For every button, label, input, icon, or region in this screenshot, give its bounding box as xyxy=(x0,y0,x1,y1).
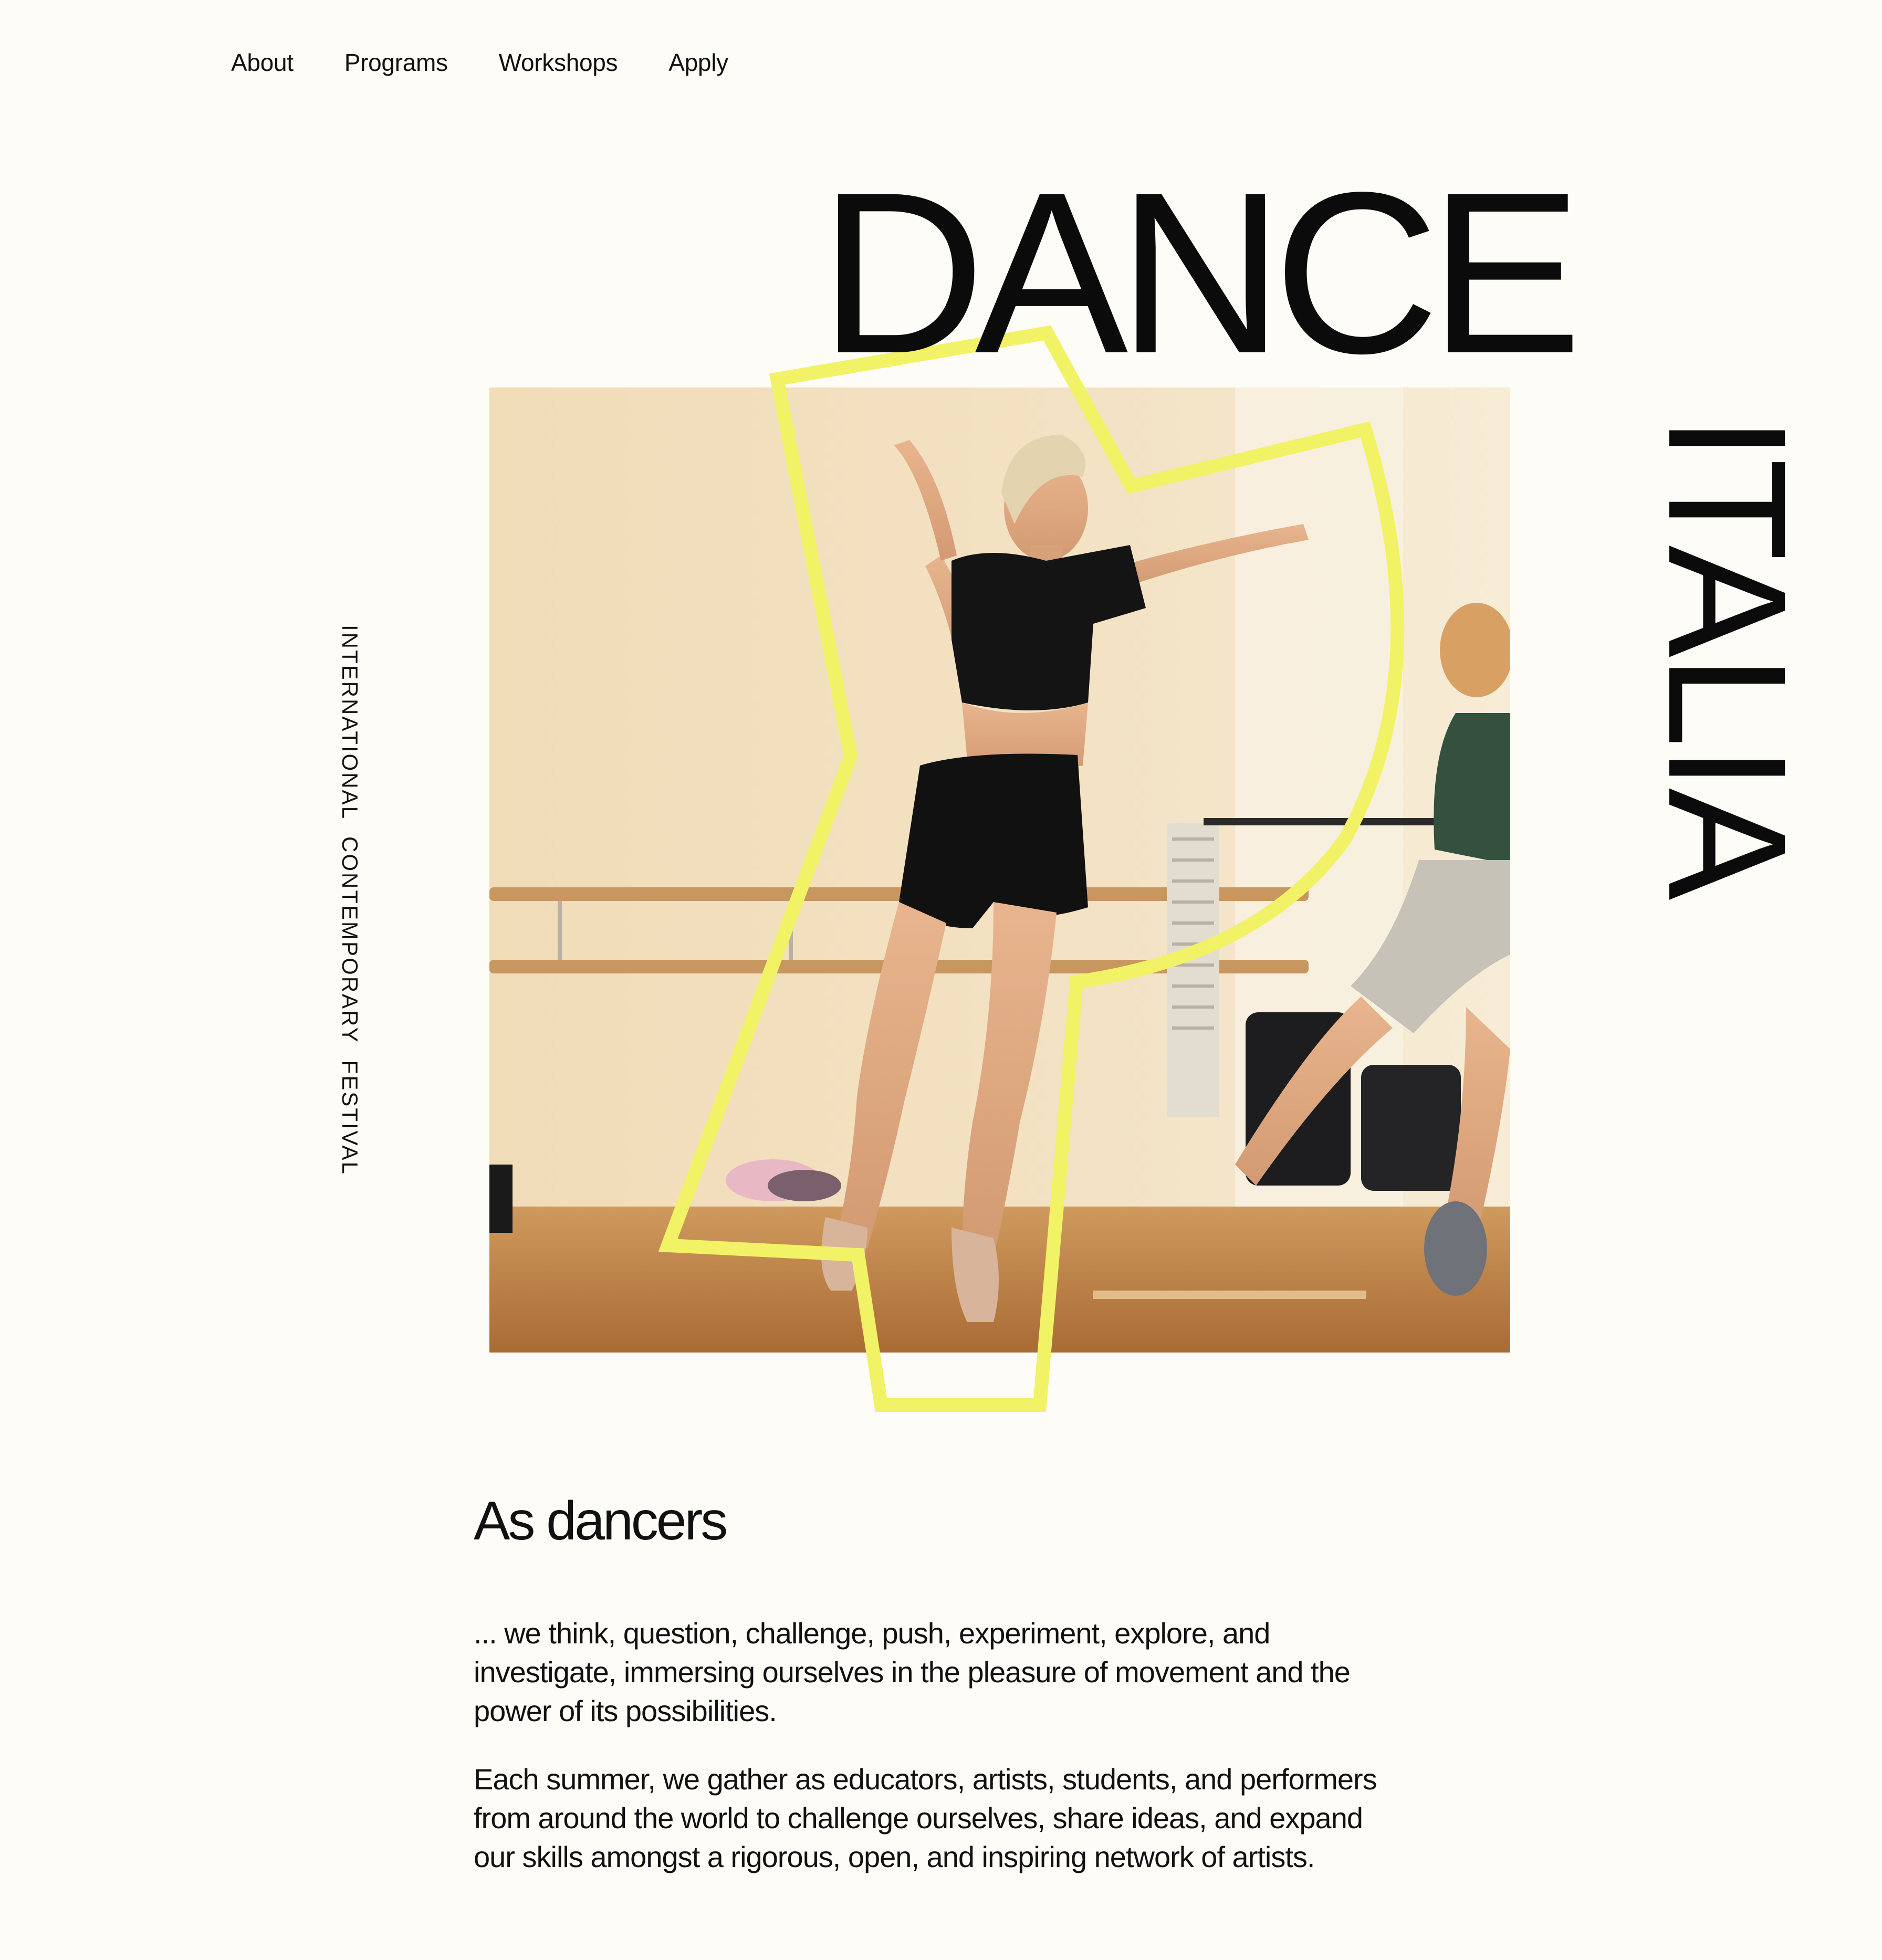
nav-link-programs[interactable]: Programs xyxy=(344,50,448,75)
title-italia: ITALIA xyxy=(1634,415,1822,897)
intro-paragraph-2: Each summer, we gather as educators, art… xyxy=(474,1763,1377,1874)
nav-link-apply[interactable]: Apply xyxy=(668,50,728,75)
intro-section: As dancers ... we think, question, chall… xyxy=(474,1491,1398,1906)
main-nav: About Programs Workshops Apply xyxy=(231,50,728,75)
hero-photo xyxy=(489,387,1510,1353)
intro-paragraph-1: ... we think, question, challenge, push,… xyxy=(474,1617,1351,1728)
nav-link-workshops[interactable]: Workshops xyxy=(499,50,618,75)
section-heading: As dancers xyxy=(474,1491,728,1552)
nav-link-about[interactable]: About xyxy=(231,50,294,75)
title-dance: DANCE xyxy=(819,144,1582,401)
festival-caption: INTERNATIONAL CONTEMPORARY FESTIVAL xyxy=(338,625,362,1176)
dance-studio-image xyxy=(489,387,1510,1353)
